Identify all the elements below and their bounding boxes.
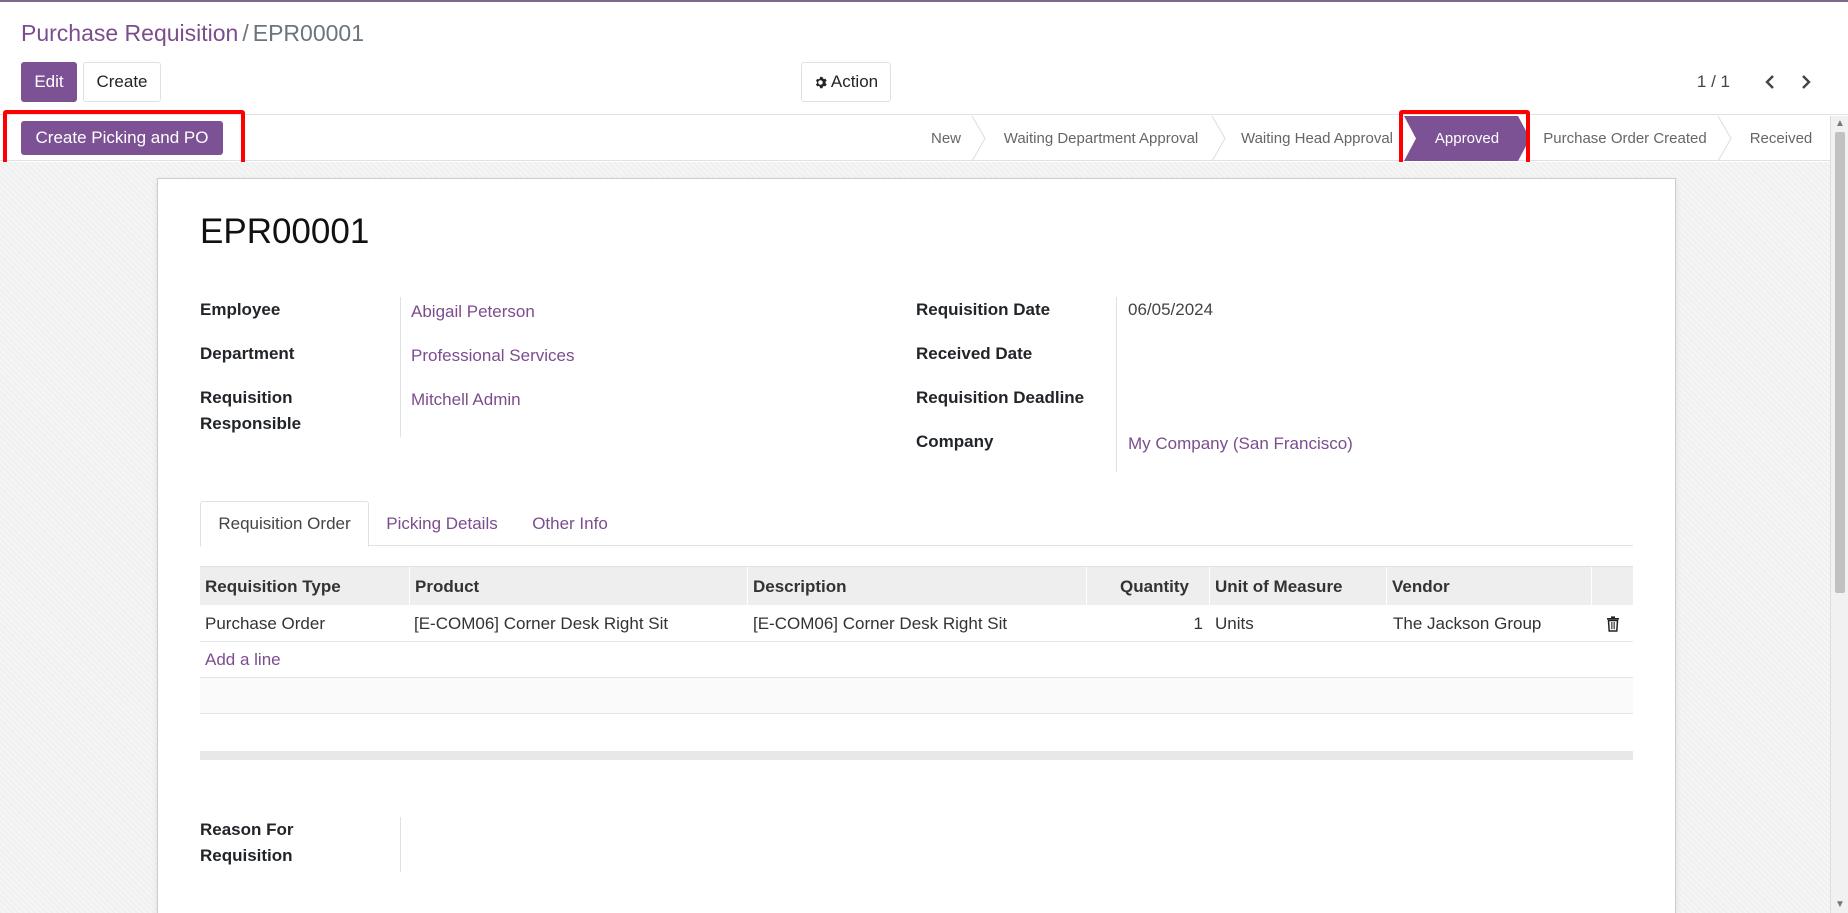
stage-received[interactable]: Received xyxy=(1740,116,1822,161)
breadcrumb-current: EPR00001 xyxy=(252,20,364,46)
add-a-line-link[interactable]: Add a line xyxy=(205,642,281,678)
received-date-label: Received Date xyxy=(916,344,1033,363)
requisition-responsible-value[interactable]: Mitchell Admin xyxy=(411,387,521,413)
chevron-right-icon[interactable] xyxy=(1796,70,1816,94)
notebook-tabs: Requisition Order Picking Details Other … xyxy=(200,501,1633,547)
column-quantity[interactable]: Quantity xyxy=(1086,567,1189,606)
scroll-down-arrow-icon[interactable]: ▼ xyxy=(1835,900,1845,910)
stage-purchase-order-created[interactable]: Purchase Order Created xyxy=(1534,116,1716,161)
column-separator xyxy=(1209,567,1210,606)
reason-for-requisition-value[interactable] xyxy=(411,819,1611,869)
cell-requisition-type[interactable]: Purchase Order xyxy=(205,605,325,642)
pager-value[interactable]: 1 / 1 xyxy=(1697,72,1730,92)
cell-quantity[interactable]: 1 xyxy=(1086,605,1203,642)
cell-unit-of-measure[interactable]: Units xyxy=(1215,605,1254,642)
reason-for-requisition-label: Reason For Requisition xyxy=(200,817,294,869)
cell-vendor[interactable]: The Jackson Group xyxy=(1393,605,1541,642)
status-bar: Create Picking and PO New Waiting Depart… xyxy=(0,110,1830,166)
trash-icon[interactable] xyxy=(1603,605,1623,642)
requisition-date-label: Requisition Date xyxy=(916,300,1051,319)
requisition-responsible-label-line2: Responsible xyxy=(200,414,302,433)
cell-product[interactable]: [E-COM06] Corner Desk Right Sit xyxy=(414,605,668,642)
column-unit-of-measure[interactable]: Unit of Measure xyxy=(1215,567,1343,606)
scroll-up-arrow-icon[interactable]: ▲ xyxy=(1835,119,1845,129)
breadcrumb-separator: / xyxy=(242,20,249,46)
employee-label: Employee xyxy=(200,300,281,319)
record-title: EPR00001 xyxy=(200,212,370,251)
column-separator xyxy=(409,567,410,606)
field-separator xyxy=(400,817,401,872)
stage-approved[interactable]: Approved xyxy=(1404,116,1530,161)
department-value[interactable]: Professional Services xyxy=(411,343,574,369)
column-description[interactable]: Description xyxy=(753,567,847,606)
stage-separator xyxy=(972,116,986,161)
action-dropdown-button[interactable]: Action xyxy=(801,62,891,102)
stage-separator xyxy=(1718,116,1732,161)
create-button[interactable]: Create xyxy=(83,62,161,102)
action-label: Action xyxy=(830,72,879,91)
field-separator xyxy=(400,297,401,437)
column-product[interactable]: Product xyxy=(415,567,479,606)
requisition-responsible-label-line1: Requisition xyxy=(200,388,293,407)
gear-icon xyxy=(815,76,827,88)
breadcrumb: Purchase Requisition / EPR00001 xyxy=(21,20,364,47)
edit-button[interactable]: Edit xyxy=(21,62,77,102)
company-value[interactable]: My Company (San Francisco) xyxy=(1128,431,1353,457)
stage-new[interactable]: New xyxy=(920,116,972,161)
form-sheet: EPR00001 Employee Abigail Peterson Depar… xyxy=(157,178,1676,913)
reason-label-line2: Requisition xyxy=(200,846,293,865)
table-header: Requisition Type Product Description Qua… xyxy=(200,566,1633,606)
create-picking-and-po-button[interactable]: Create Picking and PO xyxy=(21,121,223,155)
cell-description[interactable]: [E-COM06] Corner Desk Right Sit xyxy=(753,605,1007,642)
scrollbar[interactable]: ▲ ▼ xyxy=(1830,116,1848,913)
employee-value[interactable]: Abigail Peterson xyxy=(411,299,535,325)
chevron-left-icon[interactable] xyxy=(1760,70,1780,94)
column-requisition-type[interactable]: Requisition Type xyxy=(205,567,341,606)
tab-other-info[interactable]: Other Info xyxy=(515,501,625,546)
empty-row xyxy=(200,678,1633,714)
requisition-responsible-label: Requisition Responsible xyxy=(200,385,301,437)
column-separator xyxy=(1591,567,1592,606)
column-separator xyxy=(1386,567,1387,606)
stage-waiting-head-approval[interactable]: Waiting Head Approval xyxy=(1232,116,1402,161)
scrollbar-thumb[interactable] xyxy=(1835,132,1845,593)
stage-waiting-department-approval[interactable]: Waiting Department Approval xyxy=(990,116,1212,161)
tab-requisition-order[interactable]: Requisition Order xyxy=(200,501,369,547)
requisition-date-value[interactable]: 06/05/2024 xyxy=(1128,297,1213,323)
stage-separator xyxy=(1212,116,1226,161)
column-separator xyxy=(747,567,748,606)
field-separator xyxy=(1116,297,1117,472)
table-row[interactable]: Purchase Order [E-COM06] Corner Desk Rig… xyxy=(200,605,1633,642)
add-line-row: Add a line xyxy=(200,642,1633,678)
requisition-deadline-label: Requisition Deadline xyxy=(916,388,1085,407)
control-panel: Purchase Requisition / EPR00001 Edit Creat… xyxy=(0,2,1848,115)
department-label: Department xyxy=(200,344,295,363)
table-footer xyxy=(200,751,1633,760)
reason-label-line1: Reason For xyxy=(200,820,294,839)
breadcrumb-parent-link[interactable]: Purchase Requisition xyxy=(21,20,238,46)
tab-picking-details[interactable]: Picking Details xyxy=(369,501,515,546)
company-label: Company xyxy=(916,432,994,451)
column-vendor[interactable]: Vendor xyxy=(1392,567,1450,606)
